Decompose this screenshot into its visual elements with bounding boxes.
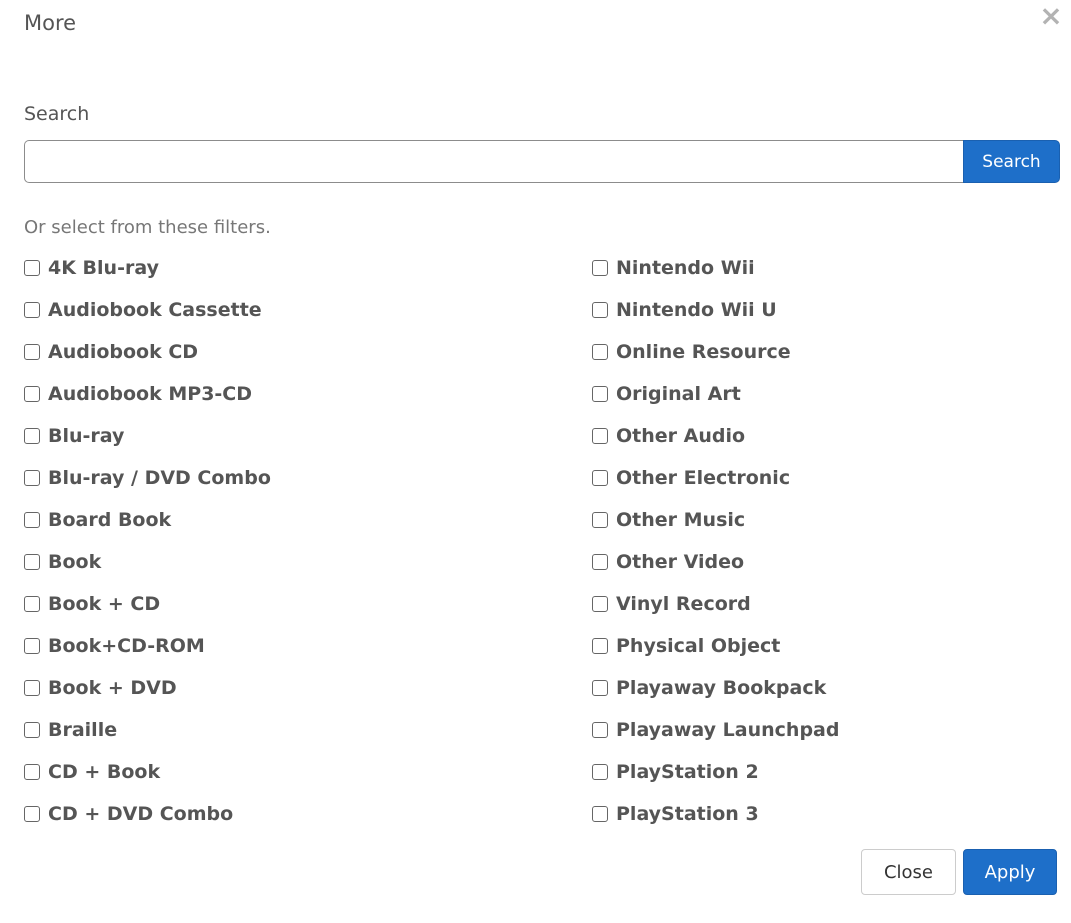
filter-option-label: Nintendo Wii: [616, 257, 755, 279]
filter-option-label: Other Music: [616, 509, 746, 531]
checkbox-icon[interactable]: [24, 470, 40, 486]
checkbox-icon[interactable]: [592, 596, 608, 612]
checkbox-icon[interactable]: [24, 302, 40, 318]
checkbox-icon[interactable]: [592, 680, 608, 696]
search-input[interactable]: [24, 140, 963, 183]
checkbox-icon[interactable]: [592, 722, 608, 738]
filter-option-label: Nintendo Wii U: [616, 299, 777, 321]
filter-option-label: Other Audio: [616, 425, 746, 447]
checkbox-icon[interactable]: [592, 806, 608, 822]
filter-option-label: CD + Book: [48, 761, 161, 783]
filter-option[interactable]: Online Resource: [592, 331, 839, 373]
filter-option[interactable]: Playaway Launchpad: [592, 709, 839, 751]
checkbox-icon[interactable]: [592, 386, 608, 402]
filters-hint: Or select from these filters.: [24, 217, 271, 238]
checkbox-icon[interactable]: [24, 638, 40, 654]
checkbox-icon[interactable]: [592, 638, 608, 654]
filter-option-label: PlayStation 2: [616, 761, 759, 783]
filter-option-label: Blu-ray: [48, 425, 125, 447]
filter-option-label: Original Art: [616, 383, 741, 405]
filter-option-label: 4K Blu-ray: [48, 257, 159, 279]
filters-left-column: 4K Blu-ray Audiobook Cassette Audiobook CD…: [24, 247, 271, 835]
filter-option[interactable]: Board Book: [24, 499, 271, 541]
filter-option[interactable]: Audiobook Cassette: [24, 289, 271, 331]
filter-option-label: Book: [48, 551, 102, 573]
checkbox-icon[interactable]: [24, 722, 40, 738]
checkbox-icon[interactable]: [24, 512, 40, 528]
modal-title: More: [24, 11, 77, 35]
checkbox-icon[interactable]: [592, 764, 608, 780]
checkbox-icon[interactable]: [24, 386, 40, 402]
close-icon[interactable]: ×: [1036, 1, 1066, 31]
filter-option-label: Vinyl Record: [616, 593, 751, 615]
checkbox-icon[interactable]: [592, 512, 608, 528]
filter-option[interactable]: Braille: [24, 709, 271, 751]
filter-option[interactable]: CD + DVD Combo: [24, 793, 271, 835]
filter-option-label: Physical Object: [616, 635, 781, 657]
filter-option-label: Playaway Bookpack: [616, 677, 827, 699]
filter-option-label: Other Video: [616, 551, 745, 573]
search-button[interactable]: Search: [963, 140, 1060, 183]
filter-option[interactable]: Nintendo Wii U: [592, 289, 839, 331]
filter-option[interactable]: Playaway Bookpack: [592, 667, 839, 709]
filter-option[interactable]: Other Audio: [592, 415, 839, 457]
filter-option-label: Audiobook Cassette: [48, 299, 262, 321]
filter-option[interactable]: Book + DVD: [24, 667, 271, 709]
filter-option[interactable]: Blu-ray / DVD Combo: [24, 457, 271, 499]
filter-option[interactable]: 4K Blu-ray: [24, 247, 271, 289]
filter-option[interactable]: Other Music: [592, 499, 839, 541]
search-row: Search: [24, 140, 1060, 183]
filter-option-label: Blu-ray / DVD Combo: [48, 467, 271, 489]
filter-option[interactable]: Original Art: [592, 373, 839, 415]
close-button[interactable]: Close: [861, 849, 956, 895]
filter-option[interactable]: Nintendo Wii: [592, 247, 839, 289]
checkbox-icon[interactable]: [592, 470, 608, 486]
filter-option[interactable]: PlayStation 3: [592, 793, 839, 835]
filter-option[interactable]: Audiobook MP3-CD: [24, 373, 271, 415]
filter-option[interactable]: PlayStation 2: [592, 751, 839, 793]
filter-option[interactable]: Book + CD: [24, 583, 271, 625]
checkbox-icon[interactable]: [24, 596, 40, 612]
checkbox-icon[interactable]: [24, 806, 40, 822]
filter-option[interactable]: Vinyl Record: [592, 583, 839, 625]
filter-option-label: CD + DVD Combo: [48, 803, 234, 825]
filters-right-column: Nintendo Wii Nintendo Wii U Online Resourc…: [592, 247, 839, 835]
filter-option[interactable]: Audiobook CD: [24, 331, 271, 373]
filter-option-label: Online Resource: [616, 341, 791, 363]
filter-option-label: PlayStation 3: [616, 803, 759, 825]
checkbox-icon[interactable]: [24, 428, 40, 444]
filter-option[interactable]: Physical Object: [592, 625, 839, 667]
filter-option-label: Other Electronic: [616, 467, 791, 489]
checkbox-icon[interactable]: [24, 260, 40, 276]
filter-option[interactable]: Book+CD-ROM: [24, 625, 271, 667]
checkbox-icon[interactable]: [24, 344, 40, 360]
checkbox-icon[interactable]: [24, 554, 40, 570]
apply-button[interactable]: Apply: [963, 849, 1057, 895]
filter-option[interactable]: Blu-ray: [24, 415, 271, 457]
more-filters-modal: More × Search Search Or select from thes…: [0, 0, 1071, 923]
filter-option[interactable]: Other Video: [592, 541, 839, 583]
filter-option-label: Audiobook CD: [48, 341, 199, 363]
checkbox-icon[interactable]: [24, 680, 40, 696]
checkbox-icon[interactable]: [592, 260, 608, 276]
filter-option-label: Playaway Launchpad: [616, 719, 840, 741]
checkbox-icon[interactable]: [24, 764, 40, 780]
filter-option[interactable]: Other Electronic: [592, 457, 839, 499]
filter-option-label: Braille: [48, 719, 118, 741]
filter-option-label: Board Book: [48, 509, 172, 531]
checkbox-icon[interactable]: [592, 554, 608, 570]
filter-option[interactable]: Book: [24, 541, 271, 583]
search-label: Search: [24, 103, 90, 125]
checkbox-icon[interactable]: [592, 344, 608, 360]
filter-option-label: Book + CD: [48, 593, 161, 615]
checkbox-icon[interactable]: [592, 302, 608, 318]
filter-option[interactable]: CD + Book: [24, 751, 271, 793]
filter-option-label: Book + DVD: [48, 677, 177, 699]
checkbox-icon[interactable]: [592, 428, 608, 444]
filter-option-label: Book+CD-ROM: [48, 635, 205, 657]
filter-option-label: Audiobook MP3-CD: [48, 383, 253, 405]
